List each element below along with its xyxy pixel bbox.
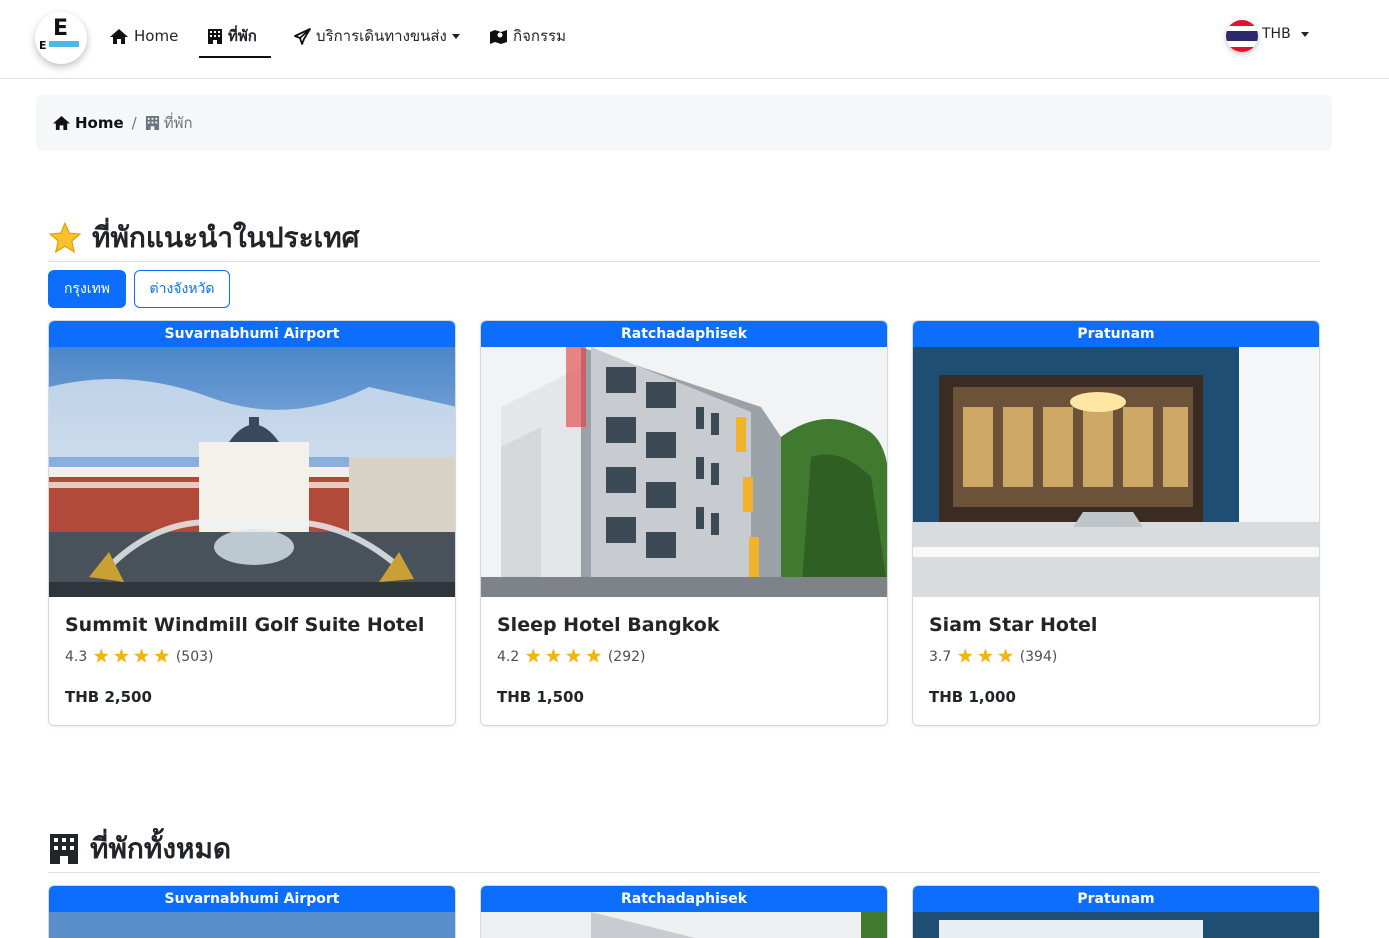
nav-activities-label: กิจกรรม: [513, 27, 566, 45]
currency-label: THB: [1262, 26, 1291, 42]
breadcrumb-home-link[interactable]: Home: [52, 114, 124, 132]
star-icon: ★: [525, 646, 542, 667]
star-icon: [48, 221, 82, 254]
star-icon: ★: [997, 646, 1014, 667]
nav-accommodation-label: ที่พัก: [228, 27, 257, 45]
hotel-area-badge: Suvarnabhumi Airport: [49, 321, 455, 347]
hotel-image[interactable]: [481, 347, 887, 597]
all-title-text: ที่พักทั้งหมด: [90, 832, 232, 865]
tab-provinces[interactable]: ต่างจังหวัด: [134, 270, 230, 308]
hotel-card[interactable]: Pratunam: [912, 885, 1320, 938]
section-divider: [48, 872, 1320, 873]
site-logo[interactable]: E E: [35, 12, 87, 64]
hotel-image[interactable]: [49, 912, 455, 938]
home-icon: [53, 115, 70, 131]
star-icon: ★: [93, 646, 110, 667]
star-icon: ★: [113, 646, 130, 667]
hotel-image[interactable]: [49, 347, 455, 597]
hotel-card[interactable]: Ratchadaphisek Sleep Hotel Bangkok 4.2 ★…: [480, 320, 888, 726]
nav-transport-label: บริการเดินทางขนส่ง: [316, 27, 447, 45]
nav-home-label: Home: [134, 27, 179, 45]
nav-accommodation[interactable]: ที่พัก: [207, 24, 257, 48]
rating-value: 4.3: [65, 649, 88, 665]
section-divider: [48, 261, 1320, 262]
hotel-area-badge: Ratchadaphisek: [481, 886, 887, 912]
hotel-price: THB 1,500: [497, 688, 584, 706]
home-icon: [110, 28, 128, 44]
building-icon: [208, 28, 222, 44]
rating-value: 4.2: [497, 649, 520, 665]
hotel-card[interactable]: Pratunam Siam Star Hotel 3.7 ★ ★ ★ (394) T…: [912, 320, 1320, 726]
breadcrumb-current: ที่พัก: [145, 111, 193, 135]
logo-small-letter: E: [39, 39, 47, 52]
star-icon: ★: [133, 646, 150, 667]
logo-letter: E: [53, 16, 69, 41]
rating-stars: ★ ★ ★ ★: [525, 648, 606, 666]
plane-icon: [294, 27, 311, 45]
hotel-card[interactable]: Ratchadaphisek: [480, 885, 888, 938]
hotel-rating: 4.2 ★ ★ ★ ★ (292): [497, 648, 645, 666]
hotel-rating: 3.7 ★ ★ ★ (394): [929, 648, 1057, 666]
star-icon: ★: [977, 646, 994, 667]
building-icon: [145, 115, 159, 131]
thai-flag-icon[interactable]: [1226, 20, 1258, 52]
nav-activities[interactable]: กิจกรรม: [489, 24, 566, 48]
hotel-image[interactable]: [913, 912, 1319, 938]
building-icon: [50, 834, 78, 864]
review-count: (394): [1019, 649, 1058, 665]
all-section-title: ที่พักทั้งหมด: [48, 827, 231, 871]
nav-home[interactable]: Home: [109, 24, 178, 48]
nav-active-indicator: [199, 56, 271, 58]
currency-selector[interactable]: THB: [1262, 26, 1309, 42]
hotel-area-badge: Pratunam: [913, 321, 1319, 347]
hotel-price: THB 1,000: [929, 688, 1016, 706]
star-icon: ★: [153, 646, 170, 667]
hotel-price: THB 2,500: [65, 688, 152, 706]
rating-stars: ★ ★ ★ ★: [93, 648, 174, 666]
recommended-title-text: ที่พักแนะนำในประเทศ: [92, 221, 360, 254]
recommended-section-title: ที่พักแนะนำในประเทศ: [48, 216, 359, 260]
review-count: (503): [175, 649, 214, 665]
review-count: (292): [607, 649, 646, 665]
hotel-card[interactable]: Suvarnabhumi Airport: [48, 885, 456, 938]
hotel-name[interactable]: Siam Star Hotel: [929, 614, 1097, 636]
chevron-down-icon: [1300, 31, 1309, 37]
hotel-name[interactable]: Summit Windmill Golf Suite Hotel: [65, 614, 424, 636]
star-icon: ★: [585, 646, 602, 667]
rating-stars: ★ ★ ★: [957, 648, 1017, 666]
hotel-image[interactable]: [481, 912, 887, 938]
hotel-rating: 4.3 ★ ★ ★ ★ (503): [65, 648, 213, 666]
breadcrumb-home-label: Home: [75, 114, 124, 132]
rating-value: 3.7: [929, 649, 952, 665]
star-icon: ★: [565, 646, 582, 667]
nav-transport-dropdown[interactable]: บริการเดินทางขนส่ง: [294, 24, 460, 48]
star-icon: ★: [957, 646, 974, 667]
breadcrumb: Home / ที่พัก: [36, 95, 1332, 151]
map-icon: [490, 29, 507, 44]
logo-strip: [49, 41, 79, 47]
breadcrumb-separator: /: [131, 114, 137, 132]
hotel-area-badge: Suvarnabhumi Airport: [49, 886, 455, 912]
star-icon: ★: [545, 646, 562, 667]
breadcrumb-current-label: ที่พัก: [163, 114, 193, 132]
hotel-area-badge: Ratchadaphisek: [481, 321, 887, 347]
hotel-area-badge: Pratunam: [913, 886, 1319, 912]
hotel-card[interactable]: Suvarnabhumi Airport Summit Windmill Gol…: [48, 320, 456, 726]
top-navbar: E E Home ที่พัก บริการเดินทางขนส่ง กิจกร…: [0, 0, 1389, 79]
chevron-down-icon: [451, 33, 460, 39]
hotel-image[interactable]: [913, 347, 1319, 597]
tab-bangkok[interactable]: กรุงเทพ: [48, 270, 126, 308]
hotel-name[interactable]: Sleep Hotel Bangkok: [497, 614, 719, 636]
